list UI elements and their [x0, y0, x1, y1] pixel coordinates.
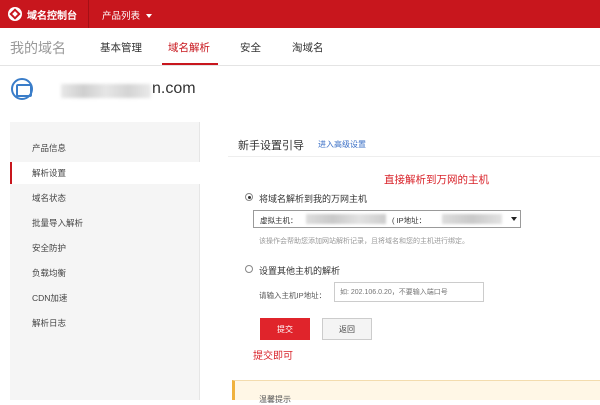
sidebar-item-load-balance[interactable]: 负载均衡 — [32, 267, 66, 279]
tab-dns-resolution[interactable]: 域名解析 — [168, 40, 210, 55]
chevron-down-icon — [146, 13, 153, 18]
console-title: 域名控制台 — [27, 10, 77, 22]
page-title: 新手设置引导 — [238, 140, 304, 152]
redacted-ip — [442, 214, 502, 224]
radio-option-wanwang-host[interactable] — [245, 193, 253, 201]
products-menu[interactable]: 产品列表 — [102, 8, 153, 22]
back-button[interactable]: 返回 — [322, 318, 372, 340]
title-divider — [228, 156, 600, 157]
sidebar-item-cdn[interactable]: CDN加速 — [32, 292, 67, 304]
ip-field-label: 请输入主机IP地址： — [259, 291, 327, 300]
redacted-host — [306, 214, 386, 224]
redacted-domain — [61, 84, 151, 98]
active-tab-indicator — [162, 63, 218, 65]
sidebar-item-dns-settings[interactable]: 解析设置 — [32, 167, 66, 179]
host-select[interactable]: 虚拟主机： ( IP地址： — [253, 210, 521, 228]
products-menu-label: 产品列表 — [102, 11, 141, 22]
chevron-down-icon — [511, 217, 517, 221]
host-select-prefix: 虚拟主机： — [260, 216, 298, 225]
option-other-host-label[interactable]: 设置其他主机的解析 — [259, 264, 340, 277]
topbar-divider — [88, 0, 89, 28]
advanced-settings-link[interactable]: 进入高级设置 — [318, 139, 366, 150]
ip-input[interactable] — [334, 282, 484, 302]
top-bar: 域名控制台 产品列表 — [0, 0, 600, 28]
annotation-direct-host: 直接解析到万网的主机 — [384, 174, 489, 186]
host-hint: 该操作会帮助您添加网站解析记录，且将域名和您的主机进行绑定。 — [259, 238, 469, 245]
tab-taoyuming[interactable]: 淘域名 — [292, 40, 324, 55]
tip-box: 温馨提示 — [232, 380, 600, 404]
sidebar-active-indicator — [10, 162, 12, 184]
sidebar-item-product-info[interactable]: 产品信息 — [32, 142, 66, 154]
host-select-ip-label: ( IP地址： — [392, 216, 427, 225]
domain-icon — [11, 78, 33, 100]
radio-option-other-host[interactable] — [245, 265, 253, 273]
tab-security[interactable]: 安全 — [240, 40, 261, 55]
option-wanwang-host-label[interactable]: 将域名解析到我的万网主机 — [259, 192, 367, 205]
sidebar-item-dns-log[interactable]: 解析日志 — [32, 317, 66, 329]
console-logo[interactable]: 域名控制台 — [8, 6, 77, 22]
submit-button[interactable]: 提交 — [260, 318, 310, 340]
annotation-submit: 提交即可 — [253, 351, 293, 362]
nav-bar: 我的域名 基本管理 域名解析 安全 淘域名 — [0, 28, 600, 66]
domain-name: n.com — [152, 80, 196, 97]
sidebar-item-domain-status[interactable]: 域名状态 — [32, 192, 66, 204]
aliyun-logo-icon — [8, 7, 22, 21]
page-brand: 我的域名 — [10, 40, 66, 56]
sidebar: 产品信息 解析设置 域名状态 批量导入解析 安全防护 负载均衡 CDN加速 解析… — [10, 122, 200, 400]
tab-basic-management[interactable]: 基本管理 — [100, 40, 142, 55]
sidebar-item-security[interactable]: 安全防护 — [32, 242, 66, 254]
domain-header: n.com — [0, 66, 600, 118]
sidebar-item-bulk-import[interactable]: 批量导入解析 — [32, 217, 83, 229]
